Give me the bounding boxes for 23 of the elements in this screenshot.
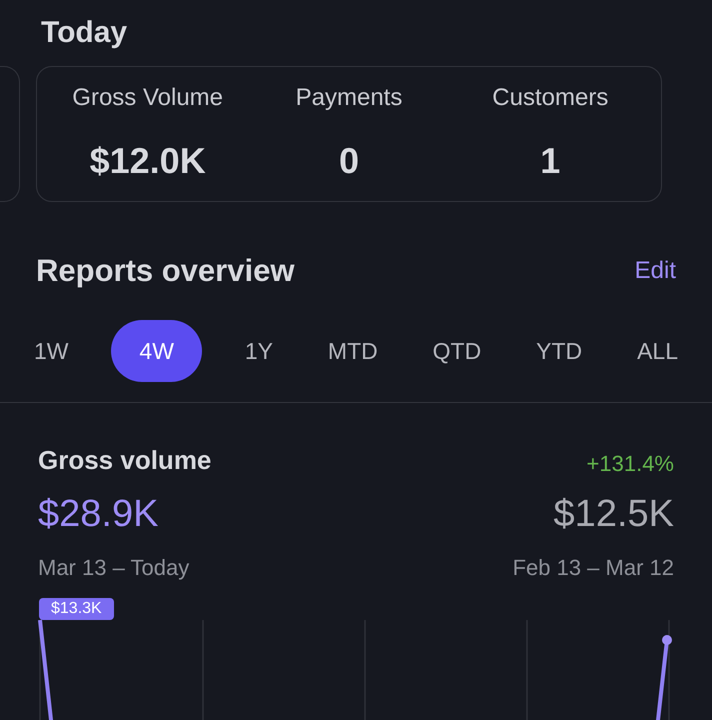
stat-value: $12.0K [90, 138, 206, 183]
range-tab[interactable]: 1W [22, 320, 80, 382]
stat-value: 1 [540, 138, 560, 183]
previous-value: $12.5K [554, 492, 674, 538]
stat-label: Customers [492, 82, 608, 113]
range-tab[interactable]: 1Y [232, 320, 285, 382]
stat-label: Payments [296, 82, 402, 113]
stat-value: 0 [338, 138, 359, 183]
stat-label: Gross Volume [72, 82, 224, 113]
section-title: Today [41, 15, 128, 51]
range-tab[interactable]: 4W [111, 320, 202, 382]
range-tab[interactable]: QTD [420, 320, 494, 382]
current-value: $28.9K [38, 492, 158, 538]
change-percent: +131.4% [586, 450, 674, 478]
chart-tooltip: $13.3K [39, 598, 114, 620]
edit-link[interactable]: Edit [634, 253, 676, 290]
current-period: Mar 13 – Today [38, 554, 190, 582]
range-tab[interactable]: YTD [524, 320, 594, 382]
previous-period: Feb 13 – Mar 12 [512, 554, 674, 582]
range-tab[interactable]: ALL [625, 320, 690, 382]
metric-title: Gross volume [38, 444, 212, 478]
range-tab[interactable]: MTD [316, 320, 390, 382]
section-title: Reports overview [36, 252, 294, 290]
